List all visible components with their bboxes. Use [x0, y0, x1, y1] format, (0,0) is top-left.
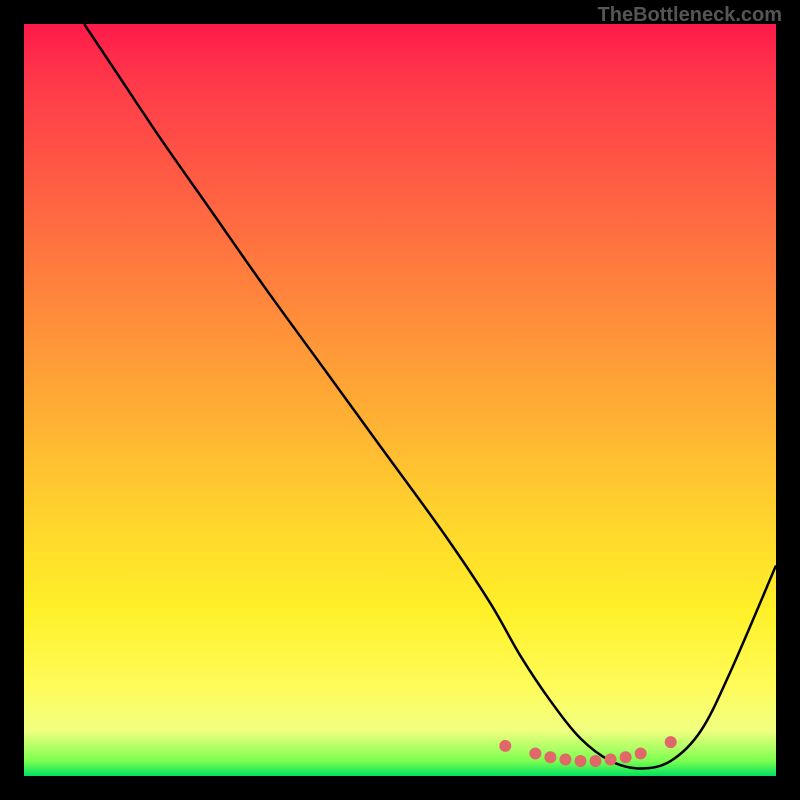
highlight-dot: [499, 740, 511, 752]
highlight-dot: [665, 736, 677, 748]
highlight-dot: [544, 751, 556, 763]
highlight-dot: [559, 753, 571, 765]
highlight-dots: [499, 736, 676, 767]
highlight-dot: [590, 755, 602, 767]
chart-area: [24, 24, 776, 776]
watermark-text: TheBottleneck.com: [598, 4, 782, 27]
highlight-dot: [635, 747, 647, 759]
chart-svg: [24, 24, 776, 776]
highlight-dot: [605, 753, 617, 765]
bottleneck-curve: [84, 24, 776, 768]
highlight-dot: [574, 755, 586, 767]
highlight-dot: [620, 751, 632, 763]
highlight-dot: [529, 747, 541, 759]
